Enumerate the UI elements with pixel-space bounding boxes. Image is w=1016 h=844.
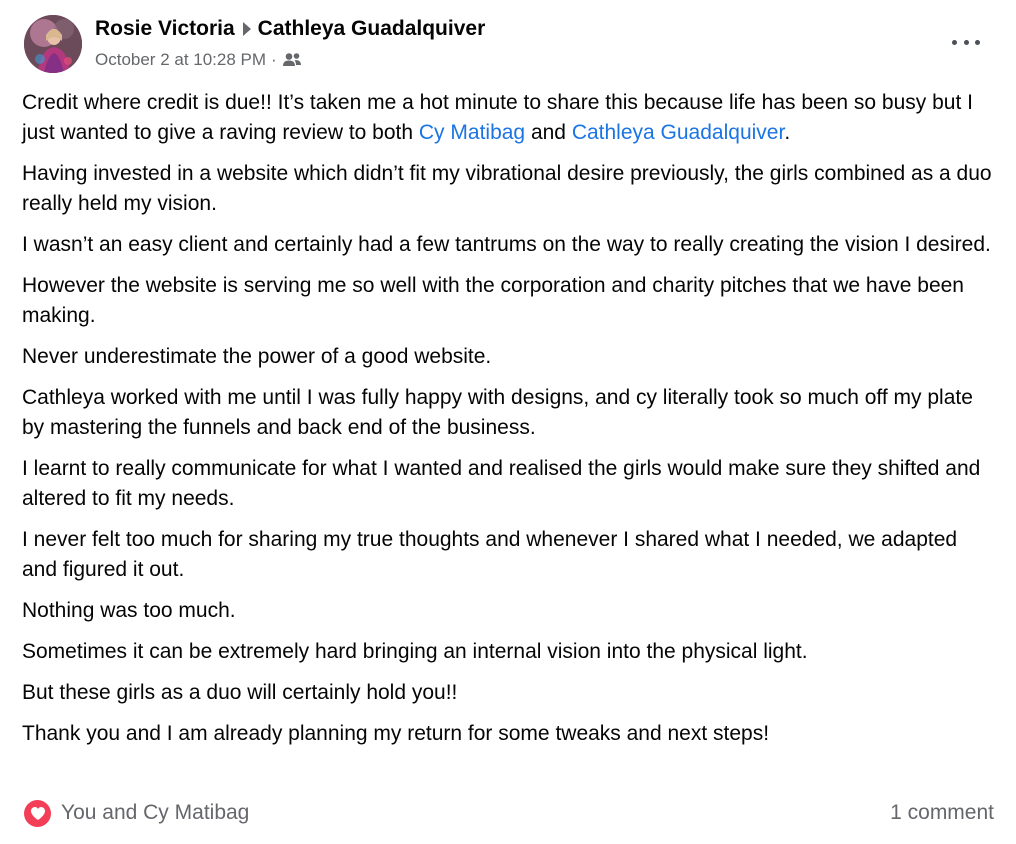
post-paragraph: But these girls as a duo will certainly … bbox=[22, 681, 458, 704]
post-paragraph: Credit where credit is due!! It’s taken … bbox=[22, 88, 997, 148]
target-name[interactable]: Cathleya Guadalquiver bbox=[258, 17, 486, 41]
post-text: . bbox=[784, 121, 791, 144]
post-body: Credit where credit is due!! It’s taken … bbox=[22, 88, 997, 760]
mention-cy-matibag[interactable]: Cy Matibag bbox=[419, 121, 525, 144]
more-options-button[interactable] bbox=[952, 30, 980, 54]
mention-cathleya-guadalquiver[interactable]: Cathleya Guadalquiver bbox=[572, 121, 784, 144]
comment-count-link[interactable]: 1 comment bbox=[890, 801, 994, 825]
post-paragraph: Cathleya worked with me until I was full… bbox=[22, 386, 973, 439]
post-timestamp[interactable]: October 2 at 10:28 PM bbox=[95, 50, 266, 70]
post-paragraph: I wasn’t an easy client and certainly ha… bbox=[22, 233, 991, 256]
reactions-label: You and Cy Matibag bbox=[61, 801, 250, 824]
post-card: Rosie Victoria Cathleya Guadalquiver Oct… bbox=[0, 0, 1016, 844]
post-paragraph: I learnt to really communicate for what … bbox=[22, 457, 981, 510]
post-footer: You and Cy Matibag 1 comment bbox=[24, 796, 994, 830]
post-header-names: Rosie Victoria Cathleya Guadalquiver bbox=[95, 17, 485, 41]
post-paragraph: However the website is serving me so wel… bbox=[22, 274, 964, 327]
author-avatar[interactable] bbox=[24, 15, 82, 73]
more-dot bbox=[975, 39, 980, 45]
heart-reaction-icon bbox=[24, 799, 51, 827]
author-name[interactable]: Rosie Victoria bbox=[95, 17, 235, 41]
post-paragraph: Thank you and I am already planning my r… bbox=[22, 722, 770, 745]
more-dot bbox=[952, 39, 957, 45]
meta-separator: · bbox=[271, 50, 277, 69]
friends-icon[interactable] bbox=[282, 52, 302, 68]
post-paragraph: Having invested in a website which didn’… bbox=[22, 162, 992, 215]
post-paragraph: Nothing was too much. bbox=[22, 599, 236, 622]
post-text: and bbox=[525, 121, 572, 144]
avatar-image bbox=[24, 15, 82, 73]
caret-right-icon bbox=[242, 21, 252, 37]
more-dot bbox=[963, 39, 969, 45]
reactions-summary[interactable]: You and Cy Matibag bbox=[24, 799, 250, 827]
post-paragraph: Sometimes it can be extremely hard bring… bbox=[22, 640, 808, 663]
post-meta: October 2 at 10:28 PM · bbox=[95, 50, 302, 70]
post-paragraph: Never underestimate the power of a good … bbox=[22, 345, 492, 368]
post-paragraph: I never felt too much for sharing my tru… bbox=[22, 528, 958, 581]
